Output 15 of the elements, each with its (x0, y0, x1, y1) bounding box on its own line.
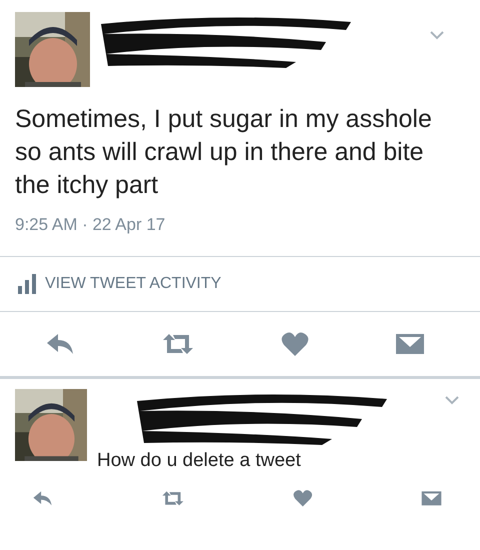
heart-icon[interactable] (292, 489, 312, 508)
mail-icon[interactable] (395, 332, 425, 356)
heart-icon[interactable] (281, 330, 309, 356)
reply-icon[interactable] (32, 490, 52, 506)
chevron-down-icon[interactable] (444, 394, 460, 404)
bar-chart-icon (17, 274, 37, 294)
tweet-text: Sometimes, I put sugar in my asshole so ants will crawl up in there and bite the itchy part (14, 104, 433, 201)
chevron-down-icon[interactable] (429, 30, 445, 40)
view-tweet-activity-link[interactable]: VIEW TWEET ACTIVITY (45, 272, 222, 296)
retweet-icon[interactable] (160, 490, 184, 506)
retweet-icon[interactable] (161, 332, 195, 356)
reply-icon[interactable] (45, 332, 75, 356)
reply-text: How do u delete a tweet (97, 448, 302, 472)
mail-icon[interactable] (420, 490, 442, 506)
tweet-timestamp: 9:25 AM · 22 Apr 17 (14, 214, 166, 236)
